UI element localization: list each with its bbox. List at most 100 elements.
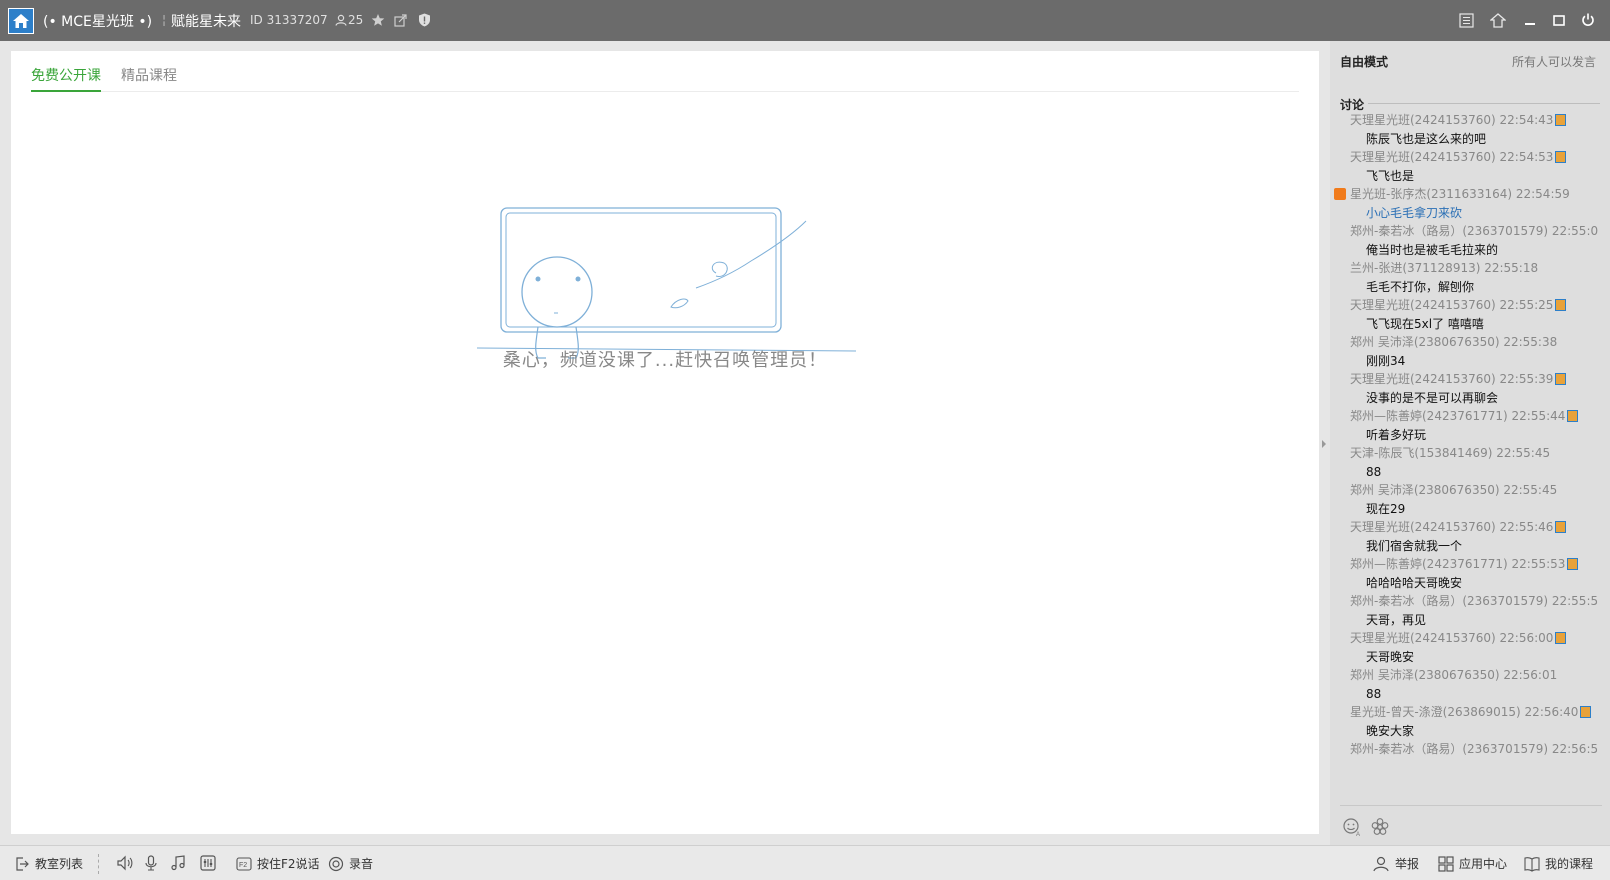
user-icon [333, 12, 349, 28]
chat-sender-text: 天理星光班(2424153760) 22:55:25 [1350, 298, 1554, 312]
empty-blackboard-illustration [476, 207, 856, 359]
tab-premium-courses[interactable]: 精品课程 [121, 67, 177, 92]
user-count: 25 [348, 13, 364, 27]
chat-message-text: 听着多好玩 [1366, 427, 1427, 442]
chat-sender-text: 天理星光班(2424153760) 22:55:46 [1350, 520, 1554, 534]
report-user-icon [1373, 856, 1389, 871]
chat-message-sender[interactable]: 郑州 吴沛泽(2380676350) 22:55:45 [1330, 481, 1610, 500]
chat-message-sender[interactable]: 郑州-秦若冰（路易）(2363701579) 22:55:5 [1330, 592, 1610, 611]
chat-message-sender[interactable]: 郑州-秦若冰（路易）(2363701579) 22:56:5 [1330, 740, 1610, 759]
share-icon[interactable] [392, 12, 408, 28]
toolbar-separator [98, 854, 99, 874]
chat-sender-text: 郑州-秦若冰（路易）(2363701579) 22:55:5 [1350, 594, 1599, 608]
chat-message-sender[interactable]: 郑州—陈善婷(2423761771) 22:55:53 [1330, 555, 1610, 574]
chat-message-text: 刚刚34 [1366, 353, 1406, 368]
chat-sender-text: 郑州 吴沛泽(2380676350) 22:55:45 [1350, 483, 1558, 497]
home-button[interactable] [8, 8, 34, 34]
member-badge-icon [1580, 706, 1592, 718]
push-to-talk-button[interactable]: F2 按住F2说话 [236, 855, 320, 872]
member-badge-icon [1555, 151, 1567, 163]
channel-id: ID 31337207 [250, 13, 328, 27]
member-badge-icon [1555, 373, 1567, 385]
speaker-button[interactable] [116, 855, 139, 871]
power-close-icon[interactable] [1579, 11, 1597, 29]
shield-icon[interactable] [416, 12, 432, 28]
report-button[interactable]: 举报 [1372, 855, 1419, 872]
chat-message-sender[interactable]: 天理星光班(2424153760) 22:55:25 [1330, 296, 1610, 315]
discussion-divider [1368, 103, 1600, 104]
tab-free-courses[interactable]: 免费公开课 [31, 67, 101, 92]
skin-icon[interactable] [1489, 11, 1507, 29]
chat-sender-text: 郑州-秦若冰（路易）(2363701579) 22:55:0 [1350, 224, 1599, 238]
record-icon [328, 856, 344, 871]
push-to-talk-label: 按住F2说话 [257, 857, 320, 871]
exit-door-icon [16, 856, 29, 871]
chat-message-sender[interactable]: 郑州—陈善婷(2423761771) 22:55:44 [1330, 407, 1610, 426]
equalizer-icon [200, 855, 216, 871]
svg-text:A: A [1356, 832, 1360, 837]
chat-message-text: 我们宿舍就我一个 [1366, 538, 1463, 553]
chat-message-sender[interactable]: 天理星光班(2424153760) 22:55:39 [1330, 370, 1610, 389]
app-center-button[interactable]: 应用中心 [1438, 855, 1507, 872]
chat-sender-text: 星光班-曾天-涤澄(263869015) 22:56:40 [1350, 705, 1579, 719]
room-name: 赋能星未来 [171, 14, 241, 30]
chat-message-sender[interactable]: 天理星光班(2424153760) 22:55:46 [1330, 518, 1610, 537]
book-icon [1524, 856, 1540, 872]
chat-message-text: 飞飞现在5xl了 嘻嘻嘻 [1366, 316, 1484, 331]
svg-text:F2: F2 [239, 862, 247, 869]
emoji-icon[interactable]: A [1342, 817, 1362, 838]
star-icon[interactable] [370, 12, 386, 28]
chat-sender-text: 郑州-秦若冰（路易）(2363701579) 22:56:5 [1350, 742, 1599, 756]
chat-message-sender[interactable]: 郑州 吴沛泽(2380676350) 22:55:38 [1330, 333, 1610, 352]
classroom-list-button[interactable]: 教室列表 [14, 855, 83, 872]
collapse-panel-arrow-icon[interactable] [1320, 438, 1328, 450]
minimize-icon[interactable] [1521, 11, 1539, 29]
chat-sender-text: 郑州 吴沛泽(2380676350) 22:55:38 [1350, 335, 1558, 349]
chat-message-sender[interactable]: 天理星光班(2424153760) 22:56:00 [1330, 629, 1610, 648]
chat-message-sender[interactable]: 星光班-曾天-涤澄(263869015) 22:56:40 [1330, 703, 1610, 722]
chat-message-text: 毛毛不打你，解刨你 [1366, 279, 1475, 294]
chat-message-sender[interactable]: 天理星光班(2424153760) 22:54:43 [1330, 111, 1610, 130]
chat-message-text: 哈哈哈哈天哥晚安 [1366, 575, 1463, 590]
notes-icon[interactable] [1457, 11, 1475, 29]
chat-sidebar: 自由模式 所有人可以发言 讨论 天理星光班(2424153760) 22:54:… [1330, 41, 1610, 875]
gift-icon [1334, 188, 1346, 200]
chat-message-sender[interactable]: 天津-陈辰飞(153841469) 22:55:45 [1330, 444, 1610, 463]
music-note-icon [171, 855, 185, 871]
chat-message-text: 晚安大家 [1366, 723, 1415, 738]
chat-message-sender[interactable]: 兰州-张进(371128913) 22:55:18 [1330, 259, 1610, 278]
chat-message-text: 现在29 [1366, 501, 1406, 516]
main-content: 免费公开课 精品课程 桑心，频道没课了...赶快召唤管理员！ [11, 51, 1319, 834]
flower-icon[interactable] [1370, 817, 1390, 837]
mixer-button[interactable] [200, 855, 221, 871]
speaker-icon [117, 855, 133, 871]
record-label: 录音 [349, 857, 374, 871]
maximize-icon[interactable] [1550, 11, 1568, 29]
chat-message-sender[interactable]: 郑州-秦若冰（路易）(2363701579) 22:55:0 [1330, 222, 1610, 241]
chat-message-text: 俺当时也是被毛毛拉来的 [1366, 242, 1499, 257]
chat-message-text: 88 [1366, 464, 1382, 479]
chat-message-text: 没事的是不是可以再聊会 [1366, 390, 1499, 405]
home-icon [13, 14, 29, 28]
chat-message-text: 88 [1366, 686, 1382, 701]
chat-message-sender[interactable]: 郑州 吴沛泽(2380676350) 22:56:01 [1330, 666, 1610, 685]
microphone-icon [145, 855, 157, 871]
chat-message-text: 天哥晚安 [1366, 649, 1415, 664]
chat-sender-text: 郑州 吴沛泽(2380676350) 22:56:01 [1350, 668, 1558, 682]
music-button[interactable] [170, 855, 191, 871]
chat-sender-text: 郑州—陈善婷(2423761771) 22:55:53 [1350, 557, 1566, 571]
microphone-button[interactable] [144, 855, 163, 871]
chat-message-sender[interactable]: 天理星光班(2424153760) 22:54:53 [1330, 148, 1610, 167]
title-separator: ¦ [162, 13, 167, 27]
empty-channel-message: 桑心，频道没课了...赶快召唤管理员！ [502, 350, 828, 371]
channel-name[interactable]: (• MCE星光班 •) [43, 11, 152, 31]
chat-sender-text: 天理星光班(2424153760) 22:54:43 [1350, 113, 1554, 127]
speak-mode-status: 所有人可以发言 [1511, 55, 1596, 69]
chat-message-list[interactable]: 天理星光班(2424153760) 22:54:43 陈辰飞也是这么来的吧 天理星光… [1330, 111, 1610, 801]
chat-message-sender[interactable]: 星光班-张序杰(2311633164) 22:54:59 [1330, 185, 1610, 204]
member-badge-icon [1567, 558, 1579, 570]
chat-sender-text: 天理星光班(2424153760) 22:56:00 [1350, 631, 1554, 645]
record-button[interactable]: 录音 [328, 855, 373, 872]
my-courses-button[interactable]: 我的课程 [1524, 855, 1593, 872]
course-tabs: 免费公开课 精品课程 [31, 67, 1299, 92]
